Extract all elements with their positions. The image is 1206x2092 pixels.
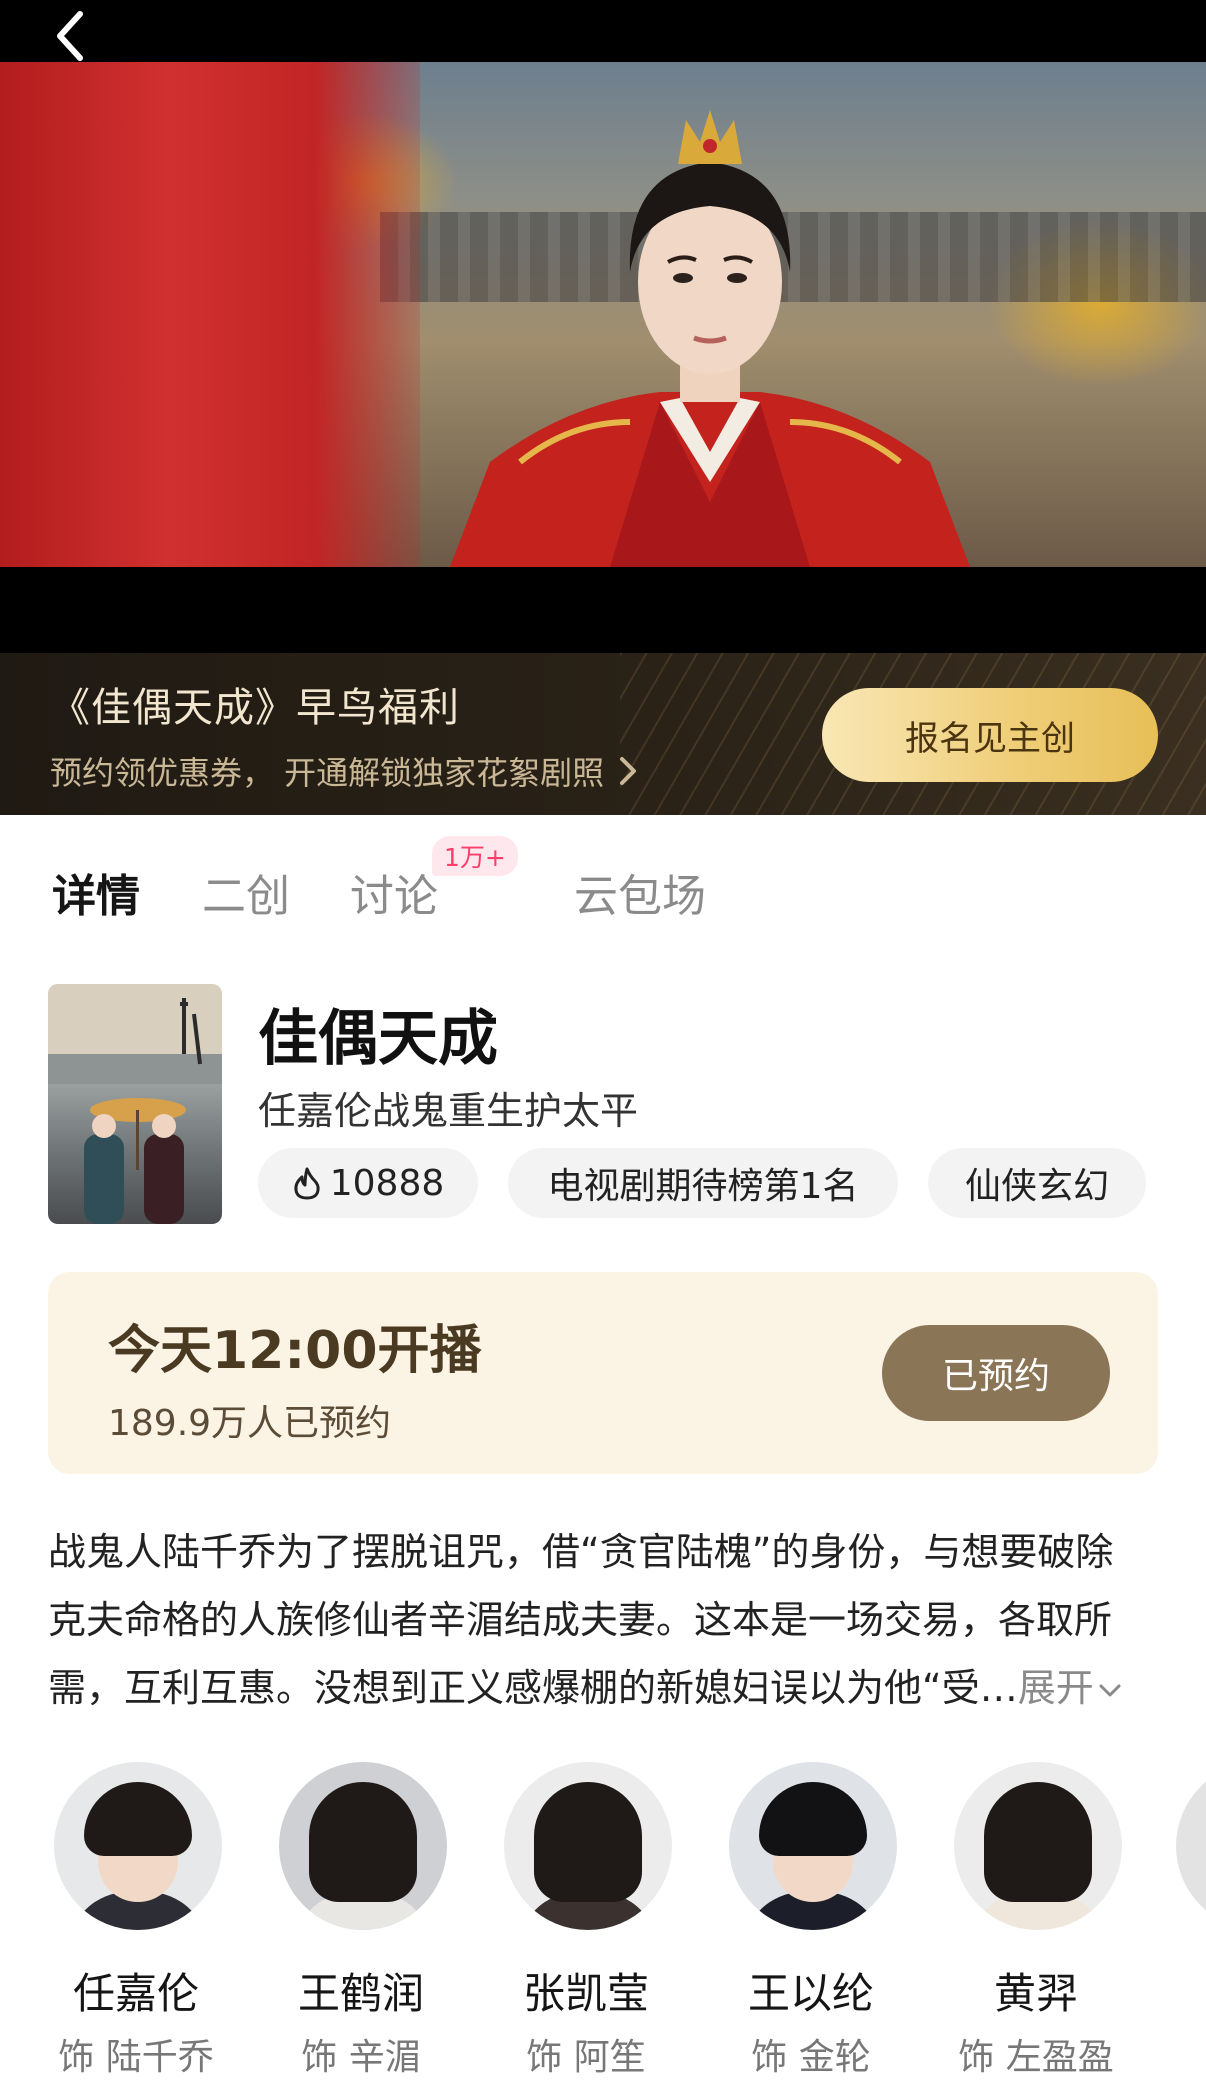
show-subtitle: 任嘉伦战鬼重生护太平 bbox=[258, 1089, 639, 1133]
tab-discussion[interactable]: 讨论 bbox=[350, 860, 438, 924]
cast-name: 任嘉伦 bbox=[72, 1969, 199, 2018]
synopsis-line: 需，互利互惠。没想到正义感爆棚的新媳妇误以为他“受…展开 bbox=[48, 1654, 1158, 1722]
avatar bbox=[54, 1762, 222, 1930]
cast-name: 王以纶 bbox=[747, 1969, 874, 2018]
heat-chip[interactable]: 10888 bbox=[258, 1148, 478, 1218]
chevron-left-icon bbox=[57, 11, 83, 61]
avatar bbox=[279, 1762, 447, 1930]
heat-value: 10888 bbox=[329, 1162, 445, 1204]
avatar bbox=[729, 1762, 897, 1930]
cast-name: 王鹤润 bbox=[297, 1969, 424, 2018]
tab-details[interactable]: 详情 bbox=[52, 860, 140, 924]
synopsis-line: 克夫命格的人族修仙者辛湄结成夫妻。这本是一场交易，各取所 bbox=[48, 1598, 1113, 1642]
signup-meet-cast-button[interactable]: 报名见主创 bbox=[822, 688, 1158, 782]
show-poster[interactable] bbox=[48, 984, 222, 1224]
synopsis: 战鬼人陆千乔为了摆脱诅咒，借“贪官陆槐”的身份，与想要破除 克夫命格的人族修仙者… bbox=[48, 1518, 1158, 1722]
chevron-down-icon bbox=[1099, 1684, 1121, 1696]
expand-link[interactable]: 展开 bbox=[1018, 1666, 1122, 1710]
discussion-count-badge: 1万+ bbox=[432, 836, 518, 876]
cast-role: 饰 阿笙 bbox=[526, 2037, 646, 2078]
banner-title: 《佳偶天成》早鸟福利 bbox=[50, 685, 460, 731]
hero-red-veil bbox=[0, 62, 420, 567]
chevron-right-icon bbox=[618, 755, 638, 787]
avatar bbox=[954, 1762, 1122, 1930]
synopsis-line-text: 需，互利互惠。没想到正义感爆棚的新媳妇误以为他“受… bbox=[48, 1666, 1018, 1710]
cast-member-partial[interactable] bbox=[1176, 1762, 1206, 1930]
tab-cloud-screening[interactable]: 云包场 bbox=[574, 860, 706, 924]
rank-chip[interactable]: 电视剧期待榜第1名 bbox=[508, 1148, 898, 1218]
premiere-time: 今天12:00开播 bbox=[108, 1321, 482, 1381]
hero-video-frame[interactable] bbox=[0, 62, 1206, 567]
cast-role: 饰 左盈盈 bbox=[958, 2037, 1114, 2078]
cast-name: 黄羿 bbox=[993, 1969, 1078, 2018]
flame-icon bbox=[294, 1167, 320, 1200]
cast-role: 饰 金轮 bbox=[751, 2037, 871, 2078]
show-title: 佳偶天成 bbox=[258, 1004, 498, 1074]
poster-art bbox=[48, 984, 222, 1224]
hero-bottom-bar bbox=[0, 567, 1206, 653]
synopsis-line: 战鬼人陆千乔为了摆脱诅咒，借“贪官陆槐”的身份，与想要破除 bbox=[48, 1530, 1114, 1574]
hero-figure bbox=[450, 110, 970, 567]
reserved-button[interactable]: 已预约 bbox=[882, 1325, 1110, 1421]
expand-label: 展开 bbox=[1017, 1666, 1094, 1710]
back-button[interactable] bbox=[40, 6, 100, 66]
cast-role: 饰 辛湄 bbox=[301, 2037, 421, 2078]
avatar bbox=[504, 1762, 672, 1930]
genre-chip[interactable]: 仙侠玄幻 bbox=[928, 1148, 1146, 1218]
banner-subtitle-link[interactable]: 预约领优惠券， 开通解锁独家花絮剧照 bbox=[50, 748, 638, 794]
banner-subtitle-text: 预约领优惠券， 开通解锁独家花絮剧照 bbox=[50, 754, 605, 792]
cast-name: 张凯莹 bbox=[522, 1969, 649, 2018]
reservation-count: 189.9万人已预约 bbox=[108, 1403, 392, 1444]
tab-fan-creations[interactable]: 二创 bbox=[202, 860, 290, 924]
top-bar bbox=[0, 0, 1206, 62]
cast-role: 饰 陆千乔 bbox=[58, 2037, 214, 2078]
